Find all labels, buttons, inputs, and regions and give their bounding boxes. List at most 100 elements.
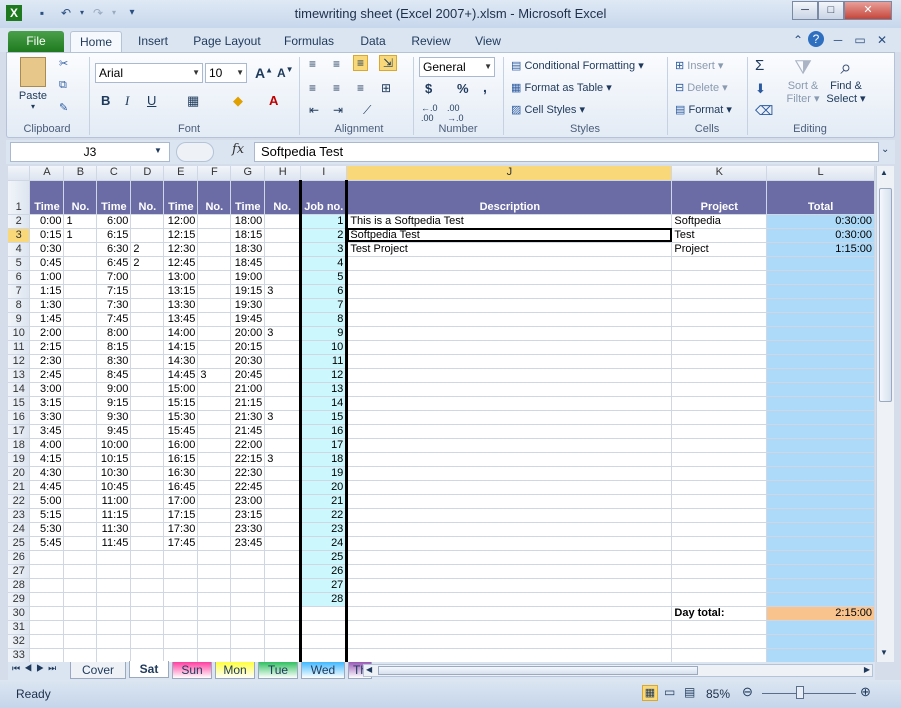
cell-h8[interactable]	[264, 298, 303, 313]
cell-l23[interactable]	[766, 508, 875, 523]
cell-g26[interactable]	[230, 550, 266, 565]
cell-a7[interactable]: 1:15	[29, 284, 65, 299]
insert-cells-button[interactable]: ⊞ Insert ▾	[675, 59, 723, 72]
cell-e29[interactable]	[163, 592, 199, 607]
cell-h12[interactable]	[264, 354, 303, 369]
cell-l30[interactable]: 2:15:00	[766, 606, 875, 621]
cell-k15[interactable]	[671, 396, 768, 411]
tab-insert[interactable]: Insert	[130, 31, 176, 52]
cell-a9[interactable]: 1:45	[29, 312, 65, 327]
cell-i4[interactable]: 3	[300, 242, 349, 257]
cell-d26[interactable]	[130, 550, 165, 565]
cell-b21[interactable]	[63, 480, 98, 495]
cell-e20[interactable]: 16:30	[163, 466, 199, 481]
cell-c17[interactable]: 9:45	[96, 424, 132, 439]
cell-d19[interactable]	[130, 452, 165, 467]
cell-l28[interactable]	[766, 578, 875, 593]
bold-button[interactable]: B	[101, 93, 110, 108]
cell-l10[interactable]	[766, 326, 875, 341]
cell-i33[interactable]	[300, 648, 349, 662]
cell-c12[interactable]: 8:30	[96, 354, 132, 369]
page-layout-view-icon[interactable]: ▭	[664, 685, 675, 699]
cell-l11[interactable]	[766, 340, 875, 355]
cell-i19[interactable]: 18	[300, 452, 349, 467]
row-header[interactable]: 5	[8, 256, 31, 271]
cell-d6[interactable]	[130, 270, 165, 285]
cell-a28[interactable]	[29, 578, 65, 593]
cell-g28[interactable]	[230, 578, 266, 593]
cell-h10[interactable]: 3	[264, 326, 303, 341]
cell-h22[interactable]	[264, 494, 303, 509]
cell-d31[interactable]	[130, 620, 165, 635]
cell-c21[interactable]: 10:45	[96, 480, 132, 495]
cell-i28[interactable]: 27	[300, 578, 349, 593]
row-header[interactable]: 20	[8, 466, 31, 481]
cell-h24[interactable]	[264, 522, 303, 537]
cell-h23[interactable]	[264, 508, 303, 523]
cell-a31[interactable]	[29, 620, 65, 635]
cell-e7[interactable]: 13:15	[163, 284, 199, 299]
comma-button[interactable]: ,	[483, 79, 487, 95]
cell-c24[interactable]: 11:30	[96, 522, 132, 537]
cell-g29[interactable]	[230, 592, 266, 607]
cell-e10[interactable]: 14:00	[163, 326, 199, 341]
cell-j26[interactable]	[346, 550, 673, 565]
row-header[interactable]: 29	[8, 592, 31, 607]
cell-h16[interactable]: 3	[264, 410, 303, 425]
horizontal-scroll-thumb[interactable]	[378, 666, 698, 675]
name-box-dropdown-icon[interactable]: ▼	[154, 146, 162, 155]
cell-a19[interactable]: 4:15	[29, 452, 65, 467]
cell-c6[interactable]: 7:00	[96, 270, 132, 285]
cell-k14[interactable]	[671, 382, 768, 397]
cell-a25[interactable]: 5:45	[29, 536, 65, 551]
cell-d5[interactable]: 2	[130, 256, 165, 271]
grow-font-icon[interactable]: A▲	[255, 65, 273, 81]
cell-f5[interactable]	[197, 256, 232, 271]
cell-g20[interactable]: 22:30	[230, 466, 266, 481]
cell-j24[interactable]	[346, 522, 673, 537]
cell-h19[interactable]: 3	[264, 452, 303, 467]
cell-g33[interactable]	[230, 648, 266, 662]
cell-b31[interactable]	[63, 620, 98, 635]
column-header-i[interactable]: I	[300, 166, 348, 181]
cell-e23[interactable]: 17:15	[163, 508, 199, 523]
header-cell-d[interactable]: No.	[130, 180, 165, 215]
cell-k25[interactable]	[671, 536, 768, 551]
row-header[interactable]: 2	[8, 214, 31, 229]
cell-b14[interactable]	[63, 382, 98, 397]
cell-k23[interactable]	[671, 508, 768, 523]
close-button[interactable]: ✕	[844, 1, 892, 20]
cell-b4[interactable]	[63, 242, 98, 257]
sort-filter-button[interactable]: ⧩ Sort & Filter ▾	[785, 57, 821, 105]
doc-restore-icon[interactable]: ▭	[852, 32, 868, 48]
header-cell-j[interactable]: Description	[346, 180, 673, 215]
cell-g11[interactable]: 20:15	[230, 340, 266, 355]
cell-j15[interactable]	[346, 396, 673, 411]
ribbon-minimize-icon[interactable]: ⌃	[790, 32, 806, 48]
cell-b32[interactable]	[63, 634, 98, 649]
cell-f17[interactable]	[197, 424, 232, 439]
cell-l29[interactable]	[766, 592, 875, 607]
cell-k33[interactable]	[671, 648, 768, 662]
cell-d30[interactable]	[130, 606, 165, 621]
column-header-a[interactable]: A	[29, 166, 65, 181]
spreadsheet-grid[interactable]: ABCDEFGHIJKL 1 Time No. Time No. Time No. Time N…	[8, 166, 875, 662]
header-cell-l[interactable]: Total	[766, 180, 875, 215]
row-header[interactable]: 32	[8, 634, 31, 649]
cell-l15[interactable]	[766, 396, 875, 411]
cell-g32[interactable]	[230, 634, 266, 649]
header-cell-b[interactable]: No.	[63, 180, 98, 215]
cell-i17[interactable]: 16	[300, 424, 349, 439]
cell-c27[interactable]	[96, 564, 132, 579]
cell-i12[interactable]: 11	[300, 354, 349, 369]
cell-k26[interactable]	[671, 550, 768, 565]
cell-g14[interactable]: 21:00	[230, 382, 266, 397]
cell-j9[interactable]	[346, 312, 673, 327]
cell-b9[interactable]	[63, 312, 98, 327]
cell-j6[interactable]	[346, 270, 673, 285]
cell-a23[interactable]: 5:15	[29, 508, 65, 523]
cell-j30[interactable]	[346, 606, 673, 621]
cell-h14[interactable]	[264, 382, 303, 397]
cell-k4[interactable]: Project	[671, 242, 768, 257]
cell-i27[interactable]: 26	[300, 564, 349, 579]
